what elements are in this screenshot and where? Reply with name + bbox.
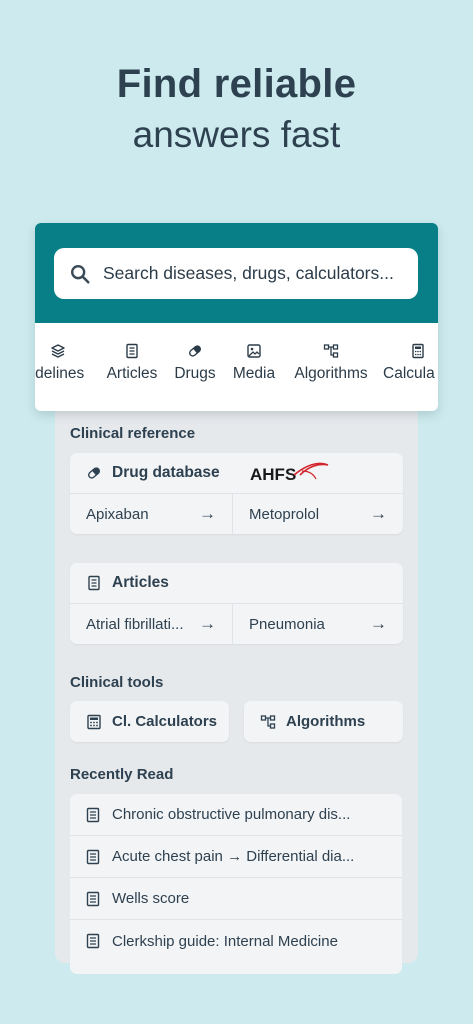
tab-algorithms[interactable]: Algorithms <box>290 343 372 383</box>
clinical-reference-title: Clinical reference <box>70 425 196 442</box>
drug-item-apixaban[interactable]: Apixaban → <box>70 494 232 534</box>
document-icon <box>86 933 100 949</box>
recently-read-title: Recently Read <box>70 766 174 783</box>
ahfs-logo-mark: AHFS <box>250 462 329 484</box>
recent-item[interactable]: Acute chest pain → Differential dia... <box>70 836 402 878</box>
algorithms-label: Algorithms <box>286 713 366 730</box>
document-icon <box>88 575 100 591</box>
search-header: Search diseases, drugs, calculators... <box>35 223 438 323</box>
document-icon <box>86 807 100 822</box>
tab-label: Calcula <box>383 365 435 382</box>
arrow-right-icon: → <box>199 614 216 633</box>
recent-item[interactable]: Chronic obstructive pulmonary dis... <box>70 794 402 836</box>
tab-label: Drugs <box>174 365 216 382</box>
headline-line-1: Find reliable <box>116 62 357 106</box>
article-item-pneumonia[interactable]: Pneumonia → <box>233 604 403 644</box>
flowchart-icon <box>260 714 276 729</box>
drug-database-label: Drug database <box>112 464 220 481</box>
ahfs-logo-text: AHFS <box>250 465 296 484</box>
tab-label: Articles <box>106 365 158 382</box>
calculators-label: Cl. Calculators <box>112 713 218 730</box>
recent-item[interactable]: Wells score <box>70 878 402 920</box>
flowchart-icon <box>323 344 339 358</box>
arrow-right-icon: → <box>370 504 387 523</box>
document-icon <box>126 343 138 359</box>
calculators-button[interactable]: Cl. Calculators <box>70 701 229 742</box>
recent-item-label: Clerkship guide: Internal Medicine <box>112 932 338 950</box>
drug-item-metoprolol[interactable]: Metoprolol → <box>233 494 403 534</box>
arrow-right-icon: → <box>370 614 387 633</box>
pill-icon <box>189 345 201 357</box>
tab-drugs[interactable]: Drugs <box>171 343 219 383</box>
drug-database-header[interactable]: Drug database <box>70 453 403 494</box>
search-card: Search diseases, drugs, calculators... i… <box>35 223 438 411</box>
tab-label: Media <box>232 365 276 382</box>
recent-item-label: Chronic obstructive pulmonary dis... <box>112 806 351 823</box>
ahfs-logo: AHFS <box>250 461 330 487</box>
search-input[interactable]: Search diseases, drugs, calculators... <box>54 248 418 299</box>
drug-item-label: Apixaban <box>86 505 149 523</box>
tab-articles[interactable]: Articles <box>101 343 163 383</box>
document-icon <box>86 849 100 864</box>
category-tabs: idelines Articles Drugs Media Algorithms… <box>35 343 438 393</box>
headline: Find reliable answers fast <box>0 58 473 160</box>
calculator-icon <box>412 343 424 359</box>
articles-label: Articles <box>112 574 169 591</box>
search-icon <box>71 264 90 284</box>
recent-item-label: Acute chest pain → Differential dia... <box>112 848 355 865</box>
article-item-label: Atrial fibrillati... <box>86 615 184 633</box>
tab-label: Algorithms <box>294 365 368 382</box>
layers-icon <box>51 344 65 358</box>
image-icon <box>247 344 261 358</box>
articles-card: Articles Atrial fibrillati... → Pneumoni… <box>70 563 403 644</box>
search-placeholder: Search diseases, drugs, calculators... <box>103 263 394 283</box>
tab-guidelines[interactable]: idelines <box>35 343 93 383</box>
headline-line-2: answers fast <box>132 114 341 155</box>
calculator-icon <box>87 714 101 729</box>
tab-calculators[interactable]: Calcula <box>383 343 438 383</box>
recent-item[interactable]: Clerkship guide: Internal Medicine <box>70 920 402 962</box>
recent-item-label: Wells score <box>112 890 190 907</box>
article-item-atrial-fibrillation[interactable]: Atrial fibrillati... → <box>70 604 232 644</box>
recently-read-list: Chronic obstructive pulmonary dis... Acu… <box>70 794 402 974</box>
document-icon <box>86 891 100 906</box>
drug-item-label: Metoprolol <box>249 505 320 523</box>
article-item-label: Pneumonia <box>249 615 325 633</box>
tab-label: idelines <box>35 365 85 382</box>
clinical-tools-title: Clinical tools <box>70 674 164 691</box>
articles-header[interactable]: Articles <box>70 563 403 604</box>
algorithms-button[interactable]: Algorithms <box>244 701 403 742</box>
arrow-right-icon: → <box>199 504 216 523</box>
drug-database-card: Drug database Apixaban → Metoprolol → <box>70 453 403 534</box>
tab-media[interactable]: Media <box>229 343 279 383</box>
pill-icon <box>88 467 100 479</box>
